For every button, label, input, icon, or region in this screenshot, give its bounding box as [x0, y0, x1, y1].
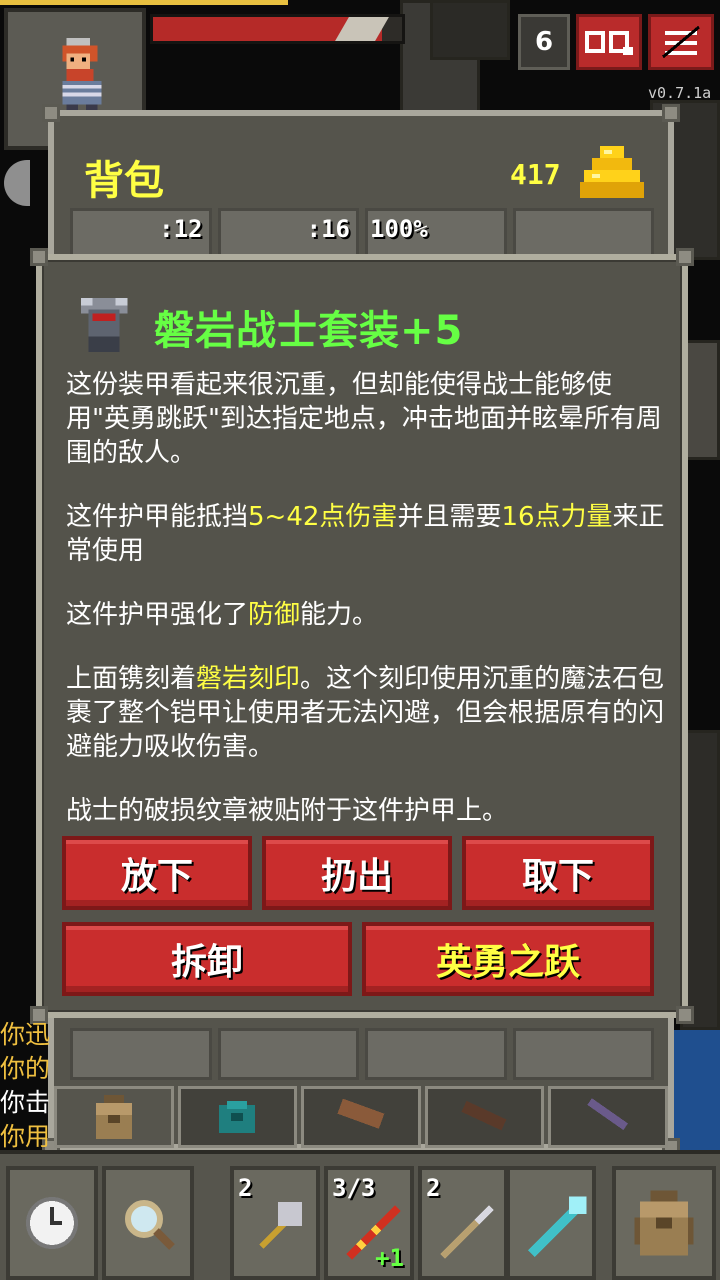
backpack-slot[interactable]: :12: [70, 208, 212, 258]
backpack-slot-row: :12 :16 100%: [70, 208, 654, 258]
tab-backpack[interactable]: [54, 1086, 174, 1148]
dungeon-depth-badge: 6: [518, 14, 570, 70]
highlighted-text: 5~42点伤害: [248, 502, 398, 532]
inventory-button[interactable]: [612, 1166, 716, 1280]
description-text: 上面镌刻着: [66, 664, 197, 694]
tab-scroll-holder[interactable]: [301, 1086, 421, 1148]
clock-icon: [26, 1197, 78, 1249]
unequip-button[interactable]: 取下: [462, 836, 654, 910]
scroll-holder-icon: [337, 1098, 385, 1129]
highlighted-text: 防御: [248, 600, 301, 630]
water-tile: [670, 1030, 720, 1150]
version-label: v0.7.1a: [648, 84, 712, 102]
loot-icon: [4, 160, 30, 206]
description-text: 并且需要: [397, 502, 502, 532]
tab-potion-bandolier[interactable]: [424, 1086, 545, 1148]
crystal-wand-icon: [527, 1196, 587, 1258]
backpack-slot[interactable]: [70, 1028, 212, 1080]
description-text: 这份装甲看起来很沉重，但却能使得战士能够使用"英勇跳跃"到达指定地点，冲击地面并…: [66, 370, 662, 468]
quickslot-upgrade: +1: [375, 1244, 404, 1272]
quickslot-4[interactable]: [506, 1166, 596, 1280]
experience-bar: [0, 0, 288, 5]
description-paragraph: 这件护甲能抵挡5~42点伤害并且需要16点力量来正常使用: [66, 500, 666, 568]
highlighted-text: 磐岩刻印: [196, 664, 301, 694]
wait-button[interactable]: [6, 1166, 98, 1280]
throw-button[interactable]: 扔出: [262, 836, 452, 910]
drop-button[interactable]: 放下: [62, 836, 252, 910]
journal-button[interactable]: [576, 14, 642, 70]
description-text: 这件护甲能抵挡: [66, 502, 249, 532]
description-text: 这件护甲强化了: [66, 600, 249, 630]
bag-tabs: [54, 1086, 668, 1148]
backpack-slot[interactable]: [217, 1028, 359, 1080]
quickslot-3[interactable]: 2: [418, 1166, 508, 1280]
log-line: 你迅: [0, 1020, 51, 1049]
item-description: 这份装甲看起来很沉重，但却能使得战士能够使用"英勇跳跃"到达指定地点，冲击地面并…: [66, 368, 666, 858]
description-paragraph: 上面镌刻着磐岩刻印。这个刻印使用沉重的魔法石包裹了整个铠甲让使用者无法闪避，但会…: [66, 662, 666, 764]
slot-quantity: :12: [159, 215, 203, 243]
backpack-slot[interactable]: [365, 1028, 507, 1080]
health-bar-shine: [335, 17, 390, 41]
menu-button[interactable]: [648, 14, 714, 70]
backpack-slot-row: [70, 1028, 654, 1080]
health-bar-fill: [153, 17, 390, 41]
item-info-window: 磐岩战士套装+5 这份装甲看起来很沉重，但却能使得战士能够使用"英勇跳跃"到达指…: [30, 248, 694, 1024]
search-button[interactable]: [102, 1166, 194, 1280]
gold-amount: 417: [510, 158, 561, 191]
seed-pouch-icon: [219, 1101, 256, 1133]
bottom-toolbar: 2 3/3 +1 2: [0, 1150, 720, 1280]
description-paragraph: 战士的破损纹章被贴附于这件护甲上。: [66, 794, 666, 828]
description-paragraph: 这份装甲看起来很沉重，但却能使得战士能够使用"英勇跳跃"到达指定地点，冲击地面并…: [66, 368, 666, 470]
throwing-axe-icon: [259, 1202, 302, 1249]
journal-icon: [585, 31, 633, 55]
item-name: 磐岩战士套装+5: [154, 308, 464, 354]
highlighted-text: 16点力量: [501, 502, 613, 532]
tab-seed-pouch[interactable]: [177, 1086, 298, 1148]
window-corner: [30, 248, 48, 266]
wand-holster-icon: [587, 1098, 629, 1131]
slot-percent: 100%: [370, 215, 428, 243]
backpack-icon: [95, 1095, 132, 1139]
game-log: 你迅 你的 你击 你用: [0, 1018, 60, 1154]
log-line: 你用: [0, 1122, 51, 1151]
armor-icon: [80, 297, 128, 353]
description-text: 战士的破损纹章被贴附于这件护甲上。: [66, 796, 509, 826]
backpack-icon: [634, 1190, 694, 1256]
heroic-leap-button[interactable]: 英勇之跃: [362, 922, 654, 996]
log-line: 你的: [0, 1054, 51, 1083]
bandolier-icon: [461, 1100, 507, 1131]
window-corner: [662, 104, 680, 122]
magnifier-icon: [125, 1200, 175, 1250]
warrior-avatar-icon: [62, 37, 102, 117]
dart-icon: [440, 1205, 494, 1259]
slot-quantity: :16: [306, 215, 350, 243]
description-text: 能力。: [300, 600, 379, 630]
description-paragraph: 这件护甲强化了防御能力。: [66, 598, 666, 632]
detach-seal-button[interactable]: 拆卸: [62, 922, 352, 996]
quickslot-2[interactable]: 3/3 +1: [324, 1166, 414, 1280]
wall-tile: [430, 0, 510, 60]
log-line: 你击: [0, 1088, 51, 1117]
menu-icon: [662, 25, 700, 59]
tab-wand-holster[interactable]: [548, 1086, 668, 1148]
window-corner: [676, 248, 694, 266]
backpack-slot[interactable]: :16: [217, 208, 359, 258]
backpack-slot[interactable]: [512, 208, 654, 258]
quickslot-1[interactable]: 2: [230, 1166, 320, 1280]
window-corner: [676, 1006, 694, 1024]
backpack-slot[interactable]: [512, 1028, 654, 1080]
gold-pile-icon: [580, 146, 644, 198]
window-corner: [42, 104, 60, 122]
backpack-slot[interactable]: 100%: [365, 208, 507, 258]
health-bar: [150, 14, 405, 44]
backpack-title: 背包: [84, 158, 164, 204]
